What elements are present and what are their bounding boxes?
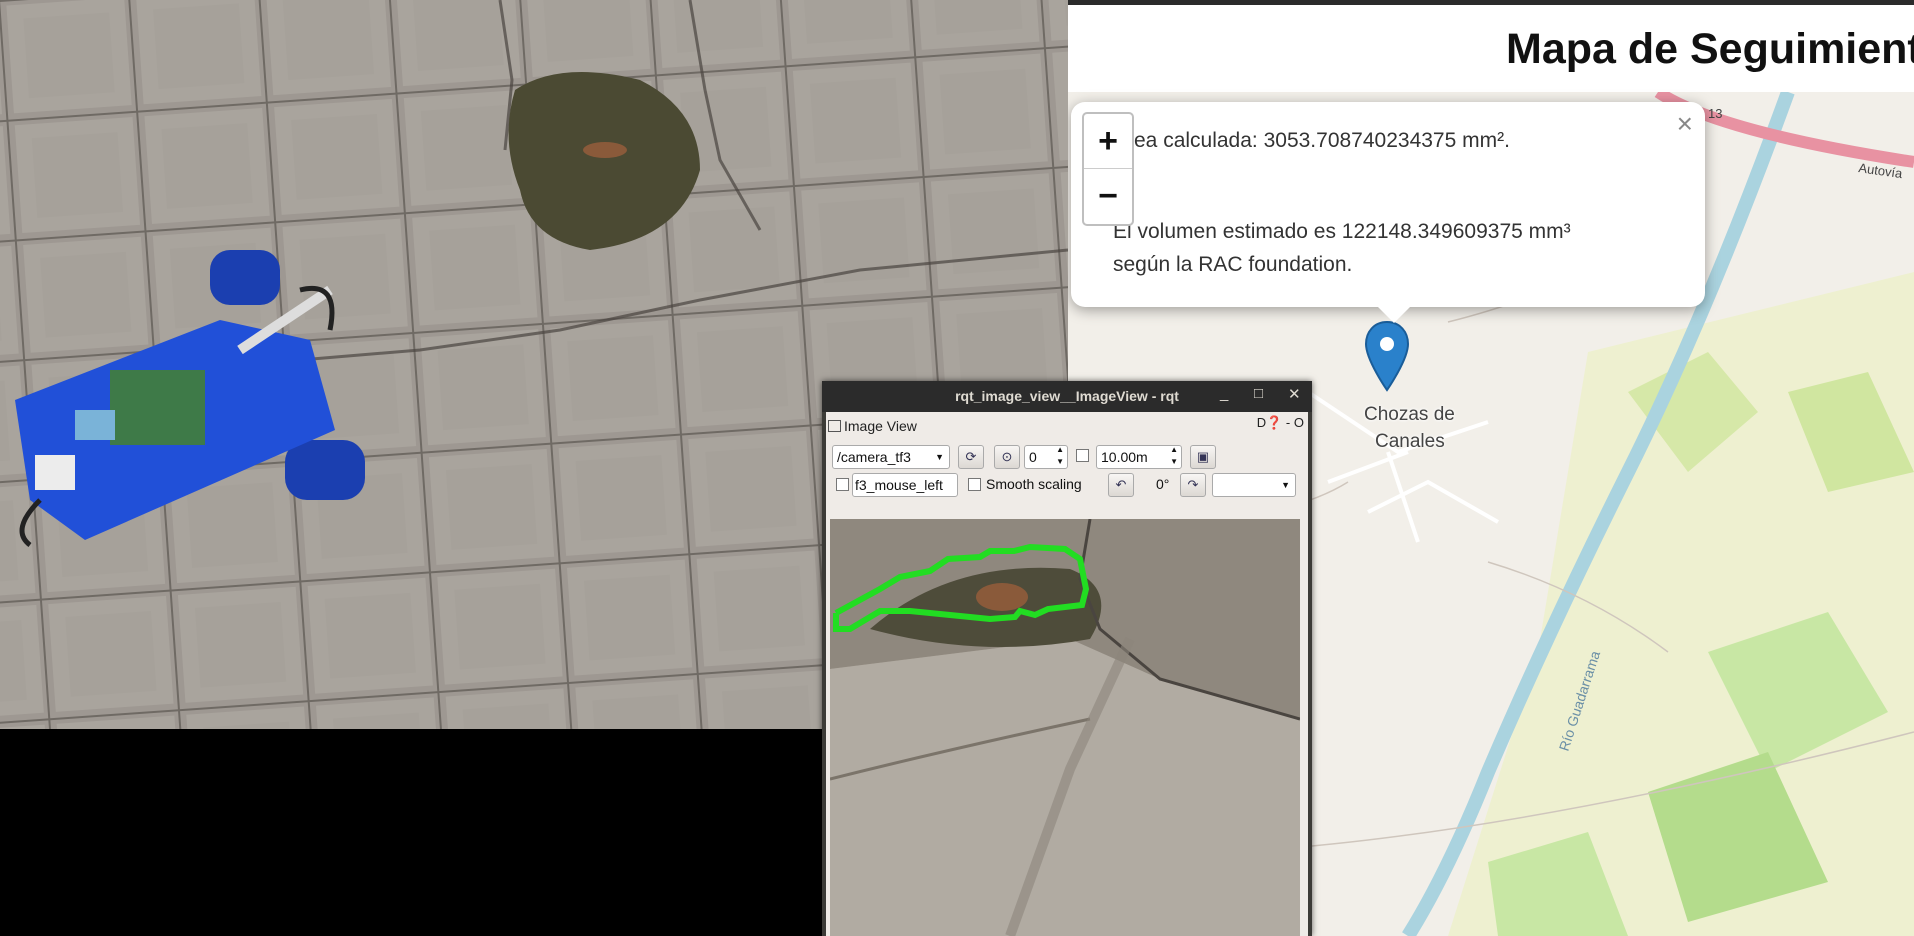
color-scheme-select[interactable]: ▼	[1212, 473, 1296, 497]
dock-buttons[interactable]: D❓ - O	[1257, 415, 1304, 431]
max-range-spinbox[interactable]: 10.00m ▲ ▼	[1096, 445, 1182, 469]
rqt-window[interactable]: rqt_image_view__ImageView - rqt _ □ ✕ Im…	[822, 381, 1312, 936]
map-header: Mapa de Seguimiento	[1068, 0, 1914, 92]
window-title: rqt_image_view__ImageView - rqt	[955, 388, 1179, 404]
place-label-line2: Canales	[1375, 431, 1445, 452]
smooth-scaling-label: Smooth scaling	[986, 476, 1082, 492]
road-ref: 13	[1708, 106, 1722, 121]
rotate-left-icon[interactable]: ↶	[1108, 473, 1134, 497]
minimize-button[interactable]: _	[1220, 385, 1228, 402]
camera-image-view[interactable]	[830, 519, 1300, 936]
area-text: Área calculada: 3053.708740234375 mm².	[1113, 129, 1510, 152]
topic-value: /camera_tf3	[837, 449, 911, 465]
place-label-line1: Chozas de	[1364, 404, 1455, 425]
location-pin-icon[interactable]	[1364, 320, 1410, 397]
window-titlebar[interactable]: rqt_image_view__ImageView - rqt _ □ ✕	[822, 381, 1312, 412]
page-title: Mapa de Seguimiento	[1506, 25, 1914, 73]
zoom-control: + −	[1082, 112, 1134, 226]
source-text: según la RAC foundation.	[1113, 253, 1353, 276]
refresh-icon[interactable]: ⟳	[958, 445, 984, 469]
smooth-scaling-checkbox[interactable]	[968, 478, 981, 491]
zoom-out-button[interactable]: −	[1084, 169, 1132, 223]
mouse-publish-checkbox[interactable]	[836, 478, 849, 491]
chevron-down-icon: ▼	[935, 452, 944, 462]
min-range-value: 0	[1029, 449, 1037, 465]
spin-arrows-icon: ▲ ▼	[1056, 445, 1064, 466]
dock-title: Image View	[828, 415, 917, 437]
mouse-topic-input[interactable]: f3_mouse_left	[852, 473, 958, 497]
rotate-right-icon[interactable]: ↷	[1180, 473, 1206, 497]
maximize-button[interactable]: □	[1254, 385, 1263, 402]
black-background	[0, 729, 822, 936]
zoom-in-button[interactable]: +	[1084, 114, 1132, 169]
min-range-spinbox[interactable]: 0 ▲ ▼	[1024, 445, 1068, 469]
volume-text: El volumen estimado es 122148.349609375 …	[1113, 220, 1571, 243]
window-icon	[828, 420, 841, 432]
popup-close-button[interactable]: ×	[1677, 108, 1693, 140]
spin-arrows-icon: ▲ ▼	[1170, 445, 1178, 466]
measurement-popup: × Área calculada: 3053.708740234375 mm².…	[1071, 102, 1705, 323]
dynamic-range-checkbox[interactable]	[1076, 449, 1089, 462]
rotation-label: 0°	[1156, 476, 1170, 492]
topic-select[interactable]: /camera_tf3 ▼	[832, 445, 950, 469]
close-button[interactable]: ✕	[1288, 385, 1301, 403]
dock-title-text: Image View	[844, 418, 917, 434]
chevron-down-icon: ▼	[1281, 480, 1290, 490]
save-image-icon[interactable]: ▣	[1190, 445, 1216, 469]
max-range-value: 10.00m	[1101, 449, 1148, 465]
zoom-fit-icon[interactable]: ⊙	[994, 445, 1020, 469]
